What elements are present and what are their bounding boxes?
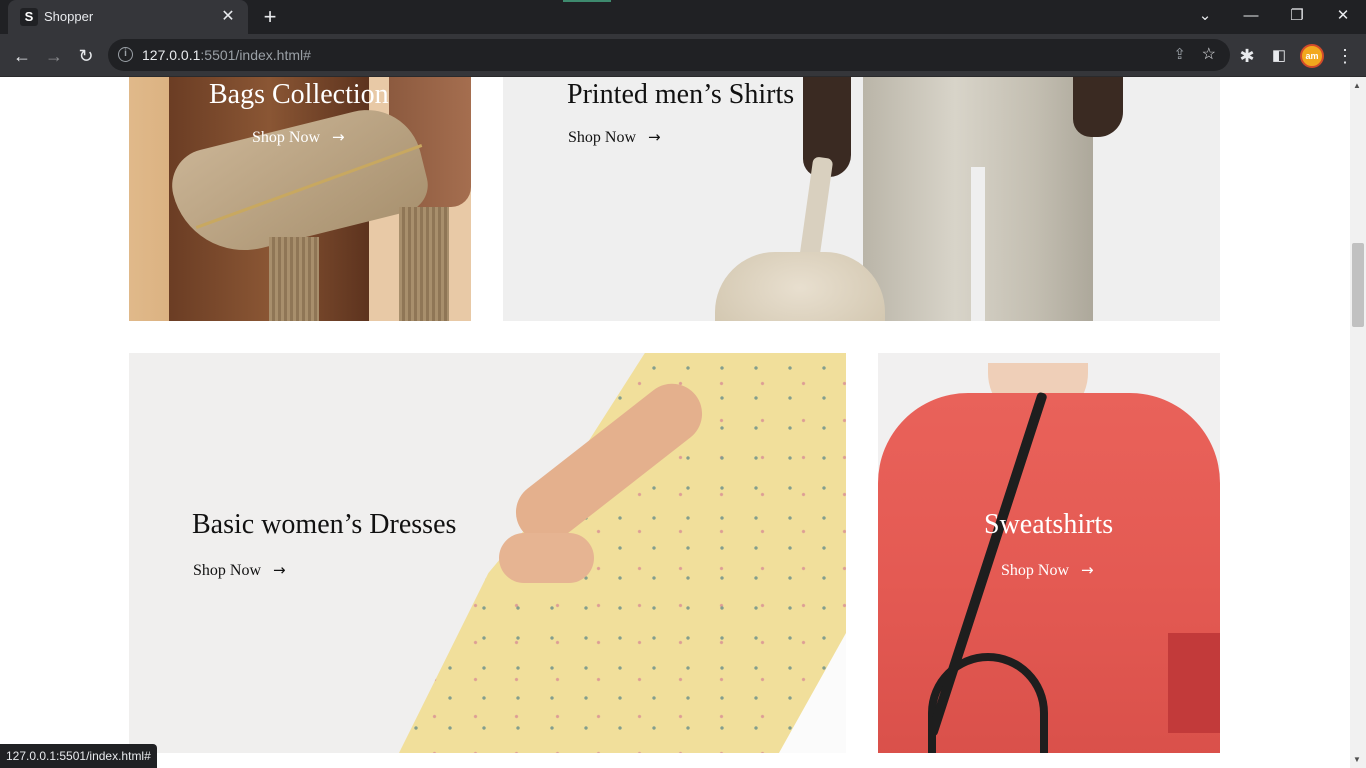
scrollbar-thumb[interactable] (1352, 243, 1364, 327)
browser-toolbar: ← → ↻ i 127.0.0.1:5501/index.html# ⇪ ☆ ✱… (0, 34, 1366, 77)
new-tab-button[interactable]: + (258, 6, 282, 28)
window-close-button[interactable]: ✕ (1320, 0, 1366, 34)
dress-hands-image (499, 533, 594, 583)
tab-search-chevron-icon[interactable]: ⌄ (1182, 0, 1228, 34)
arrow-right-icon: → (273, 561, 286, 579)
site-favicon-icon: S (20, 8, 38, 26)
card-title-dresses: Basic women’s Dresses (192, 509, 457, 540)
shop-now-label: Shop Now (252, 129, 321, 146)
scroll-up-arrow-icon[interactable]: ▲ (1353, 81, 1361, 90)
bags-fringe-image-2 (269, 237, 319, 321)
side-panel-icon[interactable]: ◧ (1266, 43, 1292, 69)
bags-fringe-image (399, 207, 449, 321)
card-bags-collection[interactable]: Bags Collection Shop Now → (129, 77, 471, 321)
arrow-right-icon: → (332, 128, 345, 146)
status-url-bubble: 127.0.0.1:5501/index.html# (0, 744, 157, 768)
shop-now-link-bags[interactable]: Shop Now → (252, 128, 345, 147)
sweat-floral-sleeve-image (1168, 633, 1220, 733)
address-url[interactable]: 127.0.0.1:5501/index.html# (142, 47, 311, 63)
tab-accent-bar (563, 0, 611, 2)
star-icon[interactable]: ☆ (1202, 44, 1216, 64)
profile-avatar[interactable]: am (1300, 44, 1324, 68)
shop-now-link-sweatshirts[interactable]: Shop Now → (1001, 561, 1094, 580)
shirts-bag-image (715, 252, 885, 321)
shirts-legs-gap (971, 167, 985, 321)
shop-now-link-shirts[interactable]: Shop Now → (568, 128, 661, 147)
shop-now-label: Shop Now (568, 129, 637, 146)
card-title-bags: Bags Collection (209, 79, 389, 110)
forward-button[interactable]: → (41, 43, 67, 69)
card-sweatshirts[interactable]: Sweatshirts Shop Now → (878, 353, 1220, 753)
tab-strip: S Shopper ✕ + ⌄ — ❐ ✕ (0, 0, 1366, 34)
minimize-button[interactable]: — (1228, 0, 1274, 34)
card-title-sweatshirts: Sweatshirts (984, 509, 1114, 540)
restore-button[interactable]: ❐ (1274, 0, 1320, 34)
back-button[interactable]: ← (9, 43, 35, 69)
url-host: 127.0.0.1 (142, 47, 201, 63)
shop-now-link-dresses[interactable]: Shop Now → (193, 561, 286, 580)
arrow-right-icon: → (648, 128, 661, 146)
share-icon[interactable]: ⇪ (1173, 45, 1186, 63)
extensions-icon[interactable]: ✱ (1234, 43, 1260, 69)
card-basic-womens-dresses[interactable]: Basic women’s Dresses Shop Now → (129, 353, 846, 753)
tab-shopper[interactable]: S Shopper ✕ (8, 0, 248, 34)
menu-icon[interactable]: ⋮ (1332, 43, 1358, 69)
tab-title: Shopper (44, 9, 94, 24)
url-path: :5501/index.html# (200, 47, 311, 63)
card-title-shirts: Printed men’s Shirts (567, 79, 795, 110)
address-bar[interactable]: i 127.0.0.1:5501/index.html# ⇪ ☆ (108, 39, 1230, 71)
scroll-down-arrow-icon[interactable]: ▼ (1353, 755, 1361, 764)
shirts-arm-image-2 (1073, 77, 1123, 137)
shop-now-label: Shop Now (193, 562, 262, 579)
page-scrollbar[interactable]: ▲ ▼ (1350, 77, 1366, 768)
info-icon[interactable]: i (118, 47, 133, 62)
page-viewport: Bags Collection Shop Now → Printed men’s … (0, 77, 1350, 768)
card-printed-mens-shirts[interactable]: Printed men’s Shirts Shop Now → (503, 77, 1220, 321)
shop-now-label: Shop Now (1001, 562, 1070, 579)
tab-close-icon[interactable]: ✕ (218, 7, 238, 27)
reload-button[interactable]: ↻ (73, 43, 99, 69)
arrow-right-icon: → (1081, 561, 1094, 579)
